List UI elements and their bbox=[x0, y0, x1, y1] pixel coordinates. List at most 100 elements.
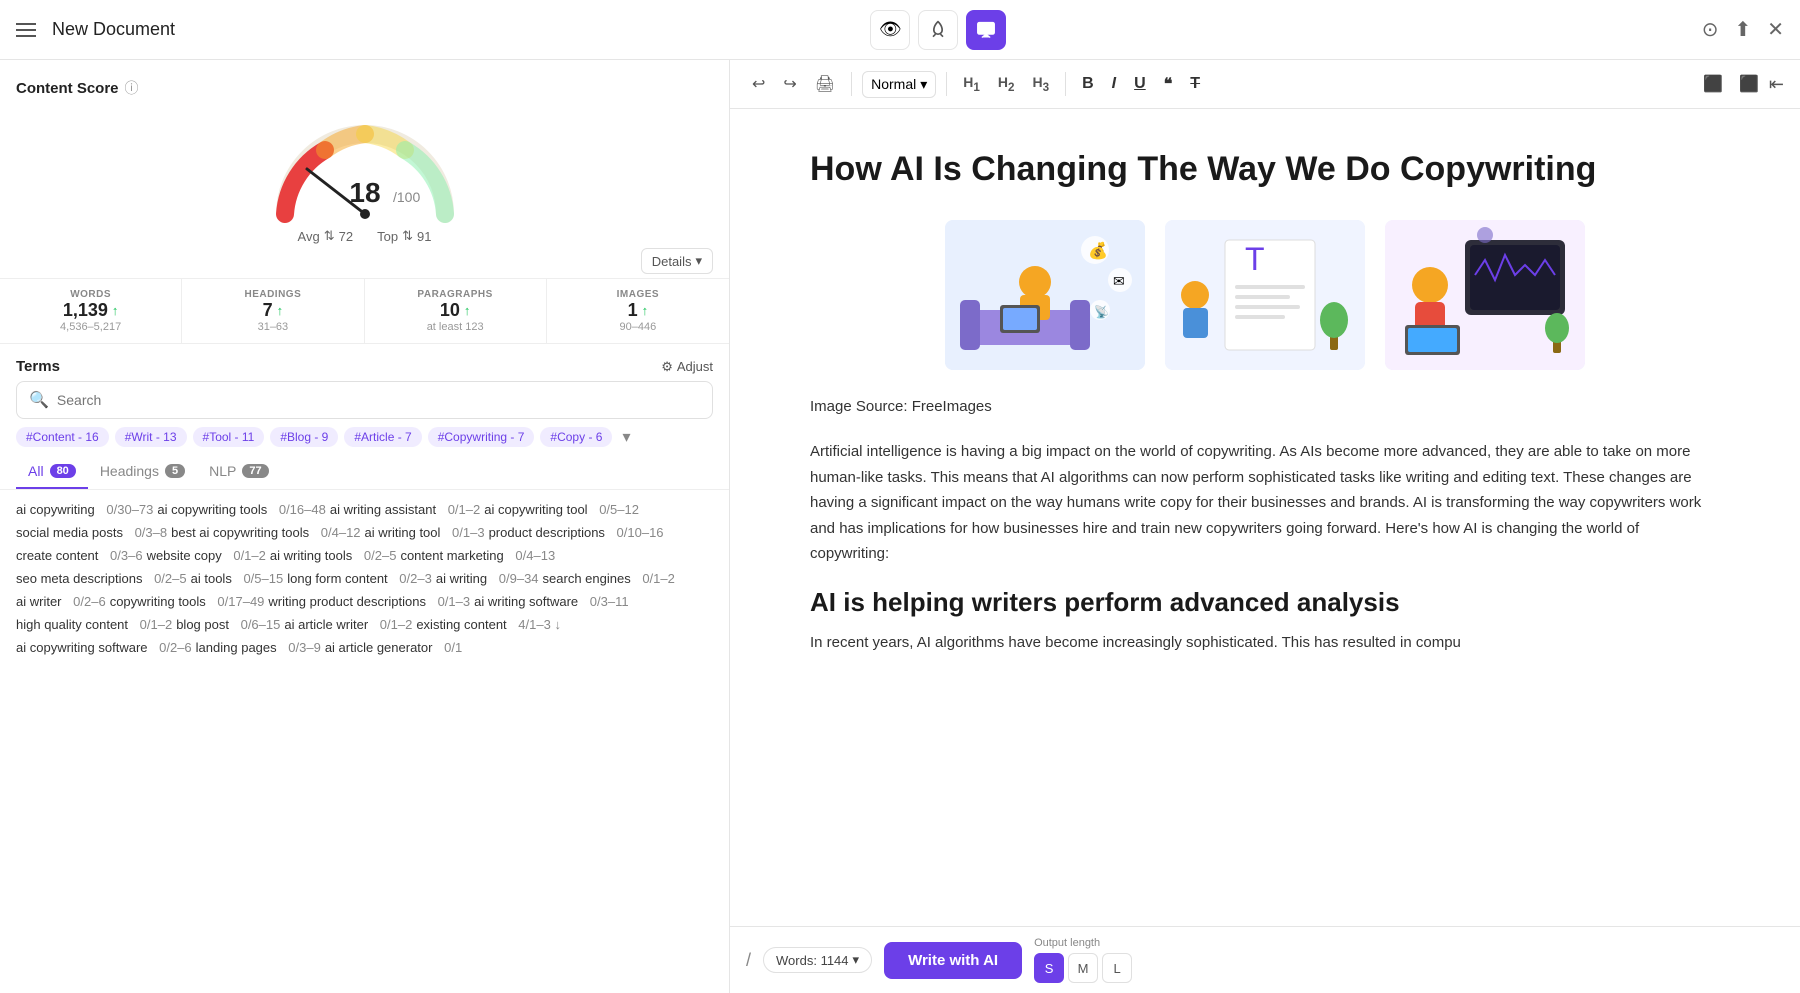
collapse-button[interactable]: ⇤ bbox=[1769, 74, 1784, 95]
tag-tool[interactable]: #Tool - 11 bbox=[193, 427, 265, 447]
svg-text:/100: /100 bbox=[393, 189, 420, 205]
tags-expand-button[interactable]: ▾ bbox=[622, 427, 630, 447]
doc-heading-2[interactable]: AI is helping writers perform advanced a… bbox=[810, 587, 1720, 618]
list-item: seo meta descriptions 0/2–5 bbox=[16, 571, 187, 586]
document-area[interactable]: How AI Is Changing The Way We Do Copywri… bbox=[730, 109, 1800, 926]
size-s-button[interactable]: S bbox=[1034, 953, 1064, 983]
size-l-button[interactable]: L bbox=[1102, 953, 1132, 983]
tag-writ[interactable]: #Writ - 13 bbox=[115, 427, 187, 447]
toolbar-right: ⬛ ⬛ ⇤ bbox=[1697, 70, 1784, 98]
svg-text:✉: ✉ bbox=[1113, 273, 1125, 289]
align-left-button[interactable]: ⬛ bbox=[1697, 70, 1729, 98]
tag-copywriting[interactable]: #Copywriting - 7 bbox=[428, 427, 535, 447]
redo-button[interactable]: ↪ bbox=[777, 70, 802, 98]
format-select[interactable]: Normal ▾ bbox=[862, 71, 936, 98]
content-score-title: Content Score bbox=[16, 80, 119, 97]
search-icon: 🔍 bbox=[29, 390, 49, 410]
output-length: Output length S M L bbox=[1034, 937, 1132, 983]
print-button[interactable]: 🖨 bbox=[809, 70, 841, 98]
bold-button[interactable]: B bbox=[1076, 71, 1100, 97]
stat-images: IMAGES 1 ↑ 90–446 bbox=[547, 279, 729, 343]
editor-toolbar: ↩ ↪ 🖨 Normal ▾ H1 H2 H3 B I U ❝ T ⬛ ⬛ ⇤ bbox=[730, 60, 1800, 109]
strikethrough-button[interactable]: T bbox=[1184, 71, 1206, 97]
content-score-header: Content Score ⓘ bbox=[0, 60, 729, 106]
image-source-text: Image Source: FreeImages bbox=[810, 394, 1720, 420]
headings-up-arrow: ↑ bbox=[277, 303, 284, 318]
underline-button[interactable]: U bbox=[1128, 71, 1152, 97]
tab-headings[interactable]: Headings 5 bbox=[88, 455, 197, 489]
list-item: writing product descriptions 0/1–3 bbox=[268, 594, 470, 609]
list-item: ai writing tools 0/2–5 bbox=[270, 548, 397, 563]
terms-list: ai copywriting 0/30–73 ai copywriting to… bbox=[0, 490, 729, 993]
list-item: ai article generator 0/1 bbox=[325, 640, 462, 655]
chat-icon-btn[interactable] bbox=[966, 10, 1006, 50]
tags-row: #Content - 16 #Writ - 13 #Tool - 11 #Blo… bbox=[0, 427, 729, 455]
details-bar: Details ▾ bbox=[0, 244, 729, 278]
h3-button[interactable]: H3 bbox=[1027, 70, 1056, 98]
toolbar-divider-2 bbox=[946, 72, 947, 96]
list-item: ai tools 0/5–15 bbox=[191, 571, 284, 586]
h1-button[interactable]: H1 bbox=[957, 70, 986, 98]
tag-copy[interactable]: #Copy - 6 bbox=[540, 427, 612, 447]
avg-label: Avg ⇅ 72 bbox=[298, 228, 354, 244]
topbar-center: 👁 bbox=[870, 10, 1006, 50]
stat-headings: HEADINGS 7 ↑ 31–63 bbox=[182, 279, 364, 343]
align-right-button[interactable]: ⬛ bbox=[1733, 70, 1765, 98]
words-info[interactable]: Words: 1144 ▾ bbox=[763, 947, 872, 973]
circle-icon[interactable]: ⊙ bbox=[1702, 17, 1719, 42]
list-item: high quality content 0/1–2 bbox=[16, 617, 172, 632]
document-title[interactable]: How AI Is Changing The Way We Do Copywri… bbox=[810, 149, 1720, 190]
quote-button[interactable]: ❝ bbox=[1158, 70, 1179, 98]
search-input[interactable] bbox=[57, 392, 700, 408]
svg-text:💰: 💰 bbox=[1088, 241, 1108, 260]
paragraphs-up-arrow: ↑ bbox=[464, 303, 471, 318]
list-item: existing content 4/1–3 ↓ bbox=[416, 617, 561, 632]
words-up-arrow: ↑ bbox=[112, 303, 119, 318]
eye-icon-btn[interactable]: 👁 bbox=[870, 10, 910, 50]
list-item: content marketing 0/4–13 bbox=[400, 548, 555, 563]
list-item: ai writing software 0/3–11 bbox=[474, 594, 628, 609]
list-item: landing pages 0/3–9 bbox=[196, 640, 321, 655]
gauge-svg: 18 /100 bbox=[265, 114, 465, 224]
adjust-button[interactable]: ⚙ Adjust bbox=[661, 359, 713, 375]
list-item: search engines 0/1–2 bbox=[543, 571, 675, 586]
body-text-2[interactable]: In recent years, AI algorithms have beco… bbox=[810, 630, 1720, 656]
tab-headings-badge: 5 bbox=[165, 464, 185, 478]
h2-button[interactable]: H2 bbox=[992, 70, 1021, 98]
stats-row: WORDS 1,139 ↑ 4,536–5,217 HEADINGS 7 ↑ 3… bbox=[0, 278, 729, 344]
list-item: best ai copywriting tools 0/4–12 bbox=[171, 525, 360, 540]
undo-button[interactable]: ↩ bbox=[746, 70, 771, 98]
tab-nlp[interactable]: NLP 77 bbox=[197, 455, 280, 489]
details-button[interactable]: Details ▾ bbox=[641, 248, 713, 274]
write-ai-button[interactable]: Write with AI bbox=[884, 942, 1022, 979]
italic-button[interactable]: I bbox=[1106, 71, 1122, 97]
document-images: 💰 ✉ 📡 T bbox=[810, 220, 1720, 370]
svg-text:T: T bbox=[1245, 241, 1265, 277]
terms-header: Terms ⚙ Adjust bbox=[0, 344, 729, 381]
list-item: ai copywriting 0/30–73 bbox=[16, 502, 153, 517]
rocket-icon-btn[interactable] bbox=[918, 10, 958, 50]
toolbar-divider-3 bbox=[1065, 72, 1066, 96]
list-item: copywriting tools 0/17–49 bbox=[110, 594, 265, 609]
size-m-button[interactable]: M bbox=[1068, 953, 1098, 983]
tag-content[interactable]: #Content - 16 bbox=[16, 427, 109, 447]
list-item: ai writer 0/2–6 bbox=[16, 594, 106, 609]
list-item: ai writing assistant 0/1–2 bbox=[330, 502, 480, 517]
main-layout: Content Score ⓘ 18 /100 bbox=[0, 60, 1800, 993]
terms-title: Terms bbox=[16, 358, 60, 375]
slash-icon[interactable]: / bbox=[746, 950, 751, 971]
list-item: ai article writer 0/1–2 bbox=[284, 617, 412, 632]
body-text-1[interactable]: Artificial intelligence is having a big … bbox=[810, 439, 1720, 567]
tag-blog[interactable]: #Blog - 9 bbox=[270, 427, 338, 447]
list-item: ai writing 0/9–34 bbox=[436, 571, 539, 586]
tag-article[interactable]: #Article - 7 bbox=[344, 427, 421, 447]
list-item: ai writing tool 0/1–3 bbox=[365, 525, 485, 540]
upload-icon[interactable]: ⬆ bbox=[1734, 17, 1751, 42]
left-panel: Content Score ⓘ 18 /100 bbox=[0, 60, 730, 993]
hamburger-menu[interactable] bbox=[16, 23, 36, 37]
tab-all[interactable]: All 80 bbox=[16, 455, 88, 489]
close-icon[interactable]: ✕ bbox=[1767, 17, 1784, 42]
doc-image-2: T bbox=[1165, 220, 1365, 370]
svg-text:📡: 📡 bbox=[1094, 304, 1109, 319]
adjust-icon: ⚙ bbox=[661, 359, 673, 375]
